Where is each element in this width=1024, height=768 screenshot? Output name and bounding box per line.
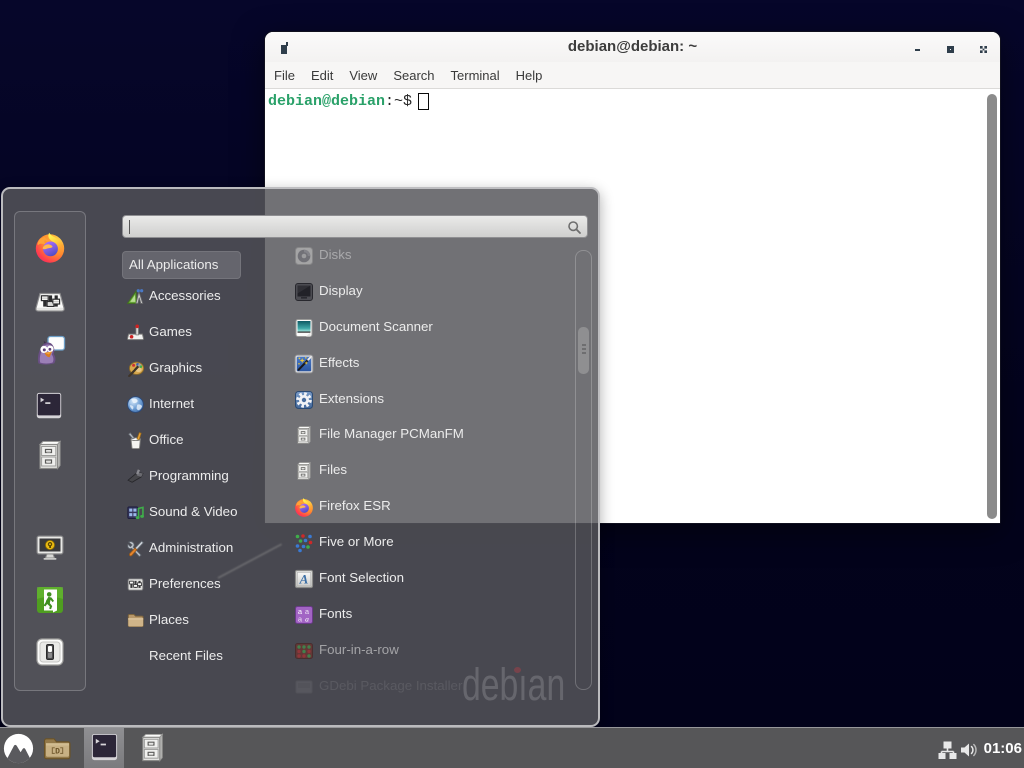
svg-text:D: D bbox=[55, 747, 60, 756]
svg-text:a: a bbox=[305, 614, 309, 623]
svg-text:A: A bbox=[299, 571, 309, 586]
